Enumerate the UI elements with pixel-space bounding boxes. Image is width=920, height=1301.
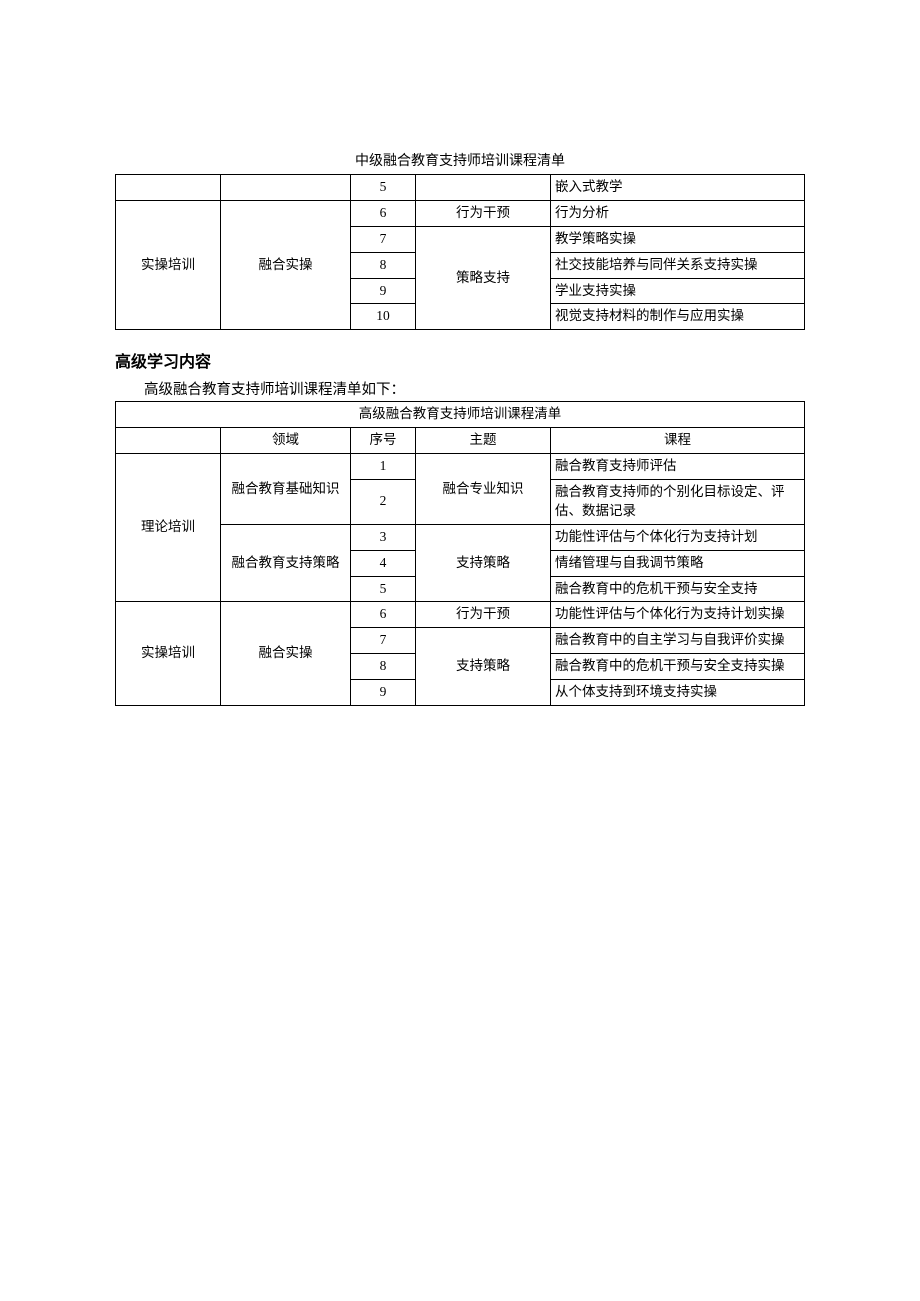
cell-domain: 融合教育基础知识	[221, 454, 351, 525]
cell-category: 理论培训	[116, 454, 221, 602]
table2-title: 高级融合教育支持师培训课程清单	[116, 402, 805, 428]
cell-topic: 策略支持	[416, 226, 551, 330]
cell-topic: 支持策略	[416, 628, 551, 706]
cell-seq: 8	[351, 654, 416, 680]
cell-seq: 10	[351, 304, 416, 330]
cell-course: 学业支持实操	[551, 278, 805, 304]
cell-seq: 3	[351, 524, 416, 550]
cell-topic: 融合专业知识	[416, 454, 551, 525]
cell-seq: 8	[351, 252, 416, 278]
intro-text: 高级融合教育支持师培训课程清单如下：	[115, 378, 805, 399]
cell-course: 功能性评估与个体化行为支持计划实操	[551, 602, 805, 628]
table-row: 5 嵌入式教学	[116, 175, 805, 201]
cell-seq: 7	[351, 226, 416, 252]
cell-course: 教学策略实操	[551, 226, 805, 252]
cell-category: 实操培训	[116, 602, 221, 706]
cell-course: 融合教育中的危机干预与安全支持实操	[551, 654, 805, 680]
cell-seq: 9	[351, 278, 416, 304]
header-domain: 领域	[221, 428, 351, 454]
header-topic: 主题	[416, 428, 551, 454]
cell-course: 融合教育支持师的个别化目标设定、评估、数据记录	[551, 480, 805, 525]
cell-topic: 行为干预	[416, 602, 551, 628]
cell-topic: 支持策略	[416, 524, 551, 602]
cell-seq: 5	[351, 175, 416, 201]
table2: 高级融合教育支持师培训课程清单 领域 序号 主题 课程 理论培训 融合教育基础知…	[115, 401, 805, 706]
cell-course: 视觉支持材料的制作与应用实操	[551, 304, 805, 330]
cell-course: 融合教育中的自主学习与自我评价实操	[551, 628, 805, 654]
cell-seq: 6	[351, 602, 416, 628]
table-row: 实操培训 融合实操 6 行为干预 功能性评估与个体化行为支持计划实操	[116, 602, 805, 628]
cell-domain: 融合教育支持策略	[221, 524, 351, 602]
section-header: 高级学习内容	[115, 348, 805, 372]
cell-course: 功能性评估与个体化行为支持计划	[551, 524, 805, 550]
cell-seq: 9	[351, 680, 416, 706]
cell-course: 融合教育支持师评估	[551, 454, 805, 480]
cell-seq: 7	[351, 628, 416, 654]
cell-course: 行为分析	[551, 200, 805, 226]
cell-course: 社交技能培养与同伴关系支持实操	[551, 252, 805, 278]
cell-seq: 6	[351, 200, 416, 226]
cell-seq: 1	[351, 454, 416, 480]
cell-domain: 融合实操	[221, 602, 351, 706]
cell-course: 从个体支持到环境支持实操	[551, 680, 805, 706]
table-header-row: 领域 序号 主题 课程	[116, 428, 805, 454]
cell-topic: 行为干预	[416, 200, 551, 226]
cell-category: 实操培训	[116, 200, 221, 329]
header-seq: 序号	[351, 428, 416, 454]
table-title-row: 高级融合教育支持师培训课程清单	[116, 402, 805, 428]
table1: 5 嵌入式教学 实操培训 融合实操 6 行为干预 行为分析 7 策略支持 教学策…	[115, 174, 805, 330]
cell-course: 融合教育中的危机干预与安全支持	[551, 576, 805, 602]
cell-course: 嵌入式教学	[551, 175, 805, 201]
header-course: 课程	[551, 428, 805, 454]
table1-title: 中级融合教育支持师培训课程清单	[115, 150, 805, 170]
cell-seq: 5	[351, 576, 416, 602]
cell-domain: 融合实操	[221, 200, 351, 329]
cell-seq: 2	[351, 480, 416, 525]
cell-course: 情绪管理与自我调节策略	[551, 550, 805, 576]
table-row: 实操培训 融合实操 6 行为干预 行为分析	[116, 200, 805, 226]
cell-seq: 4	[351, 550, 416, 576]
table-row: 理论培训 融合教育基础知识 1 融合专业知识 融合教育支持师评估	[116, 454, 805, 480]
